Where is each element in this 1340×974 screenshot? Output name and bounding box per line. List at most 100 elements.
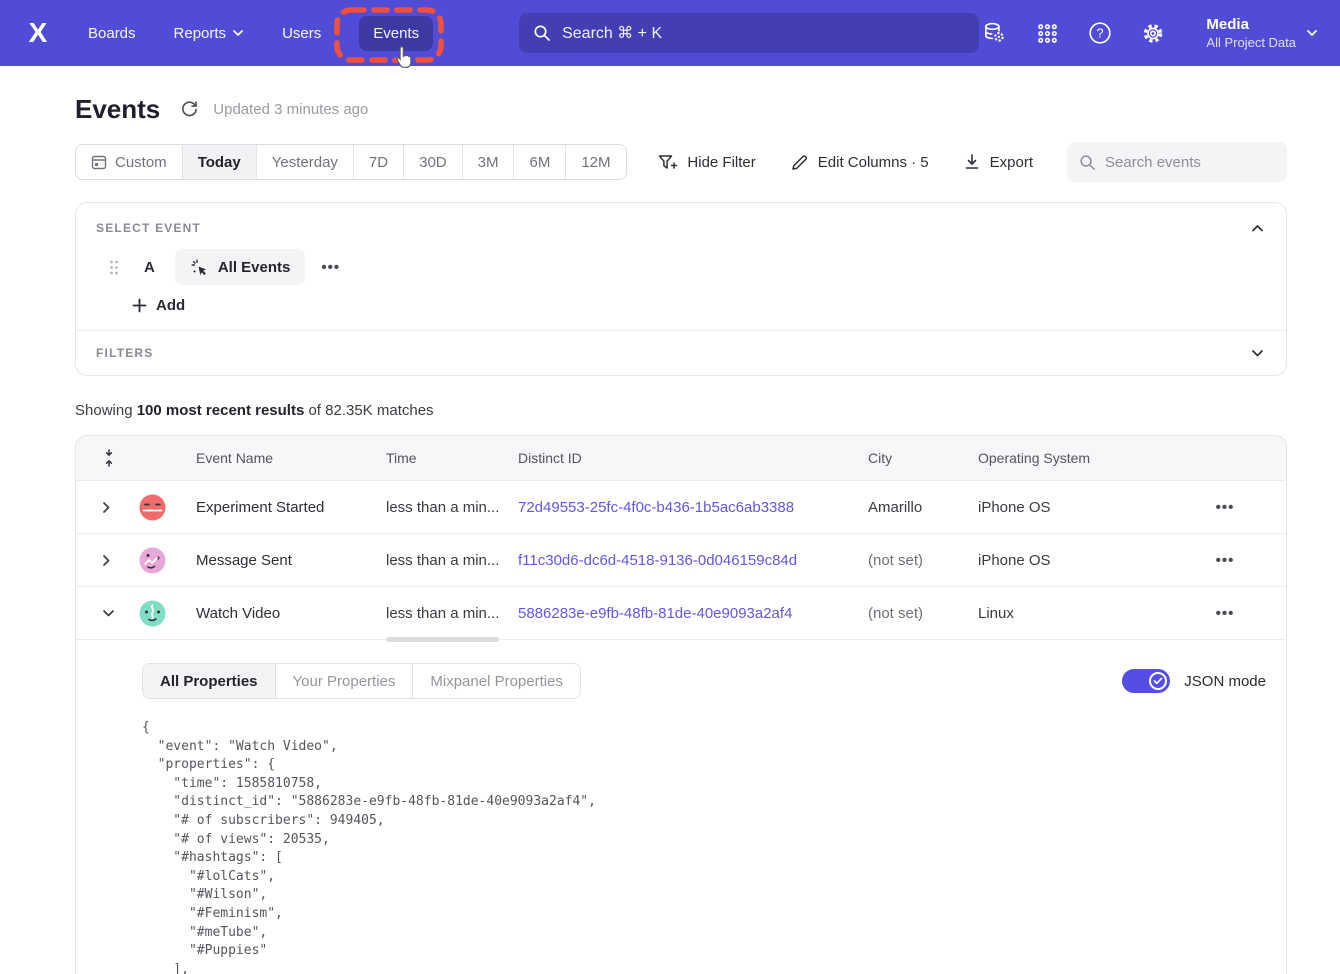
tab-mixpanel-properties[interactable]: Mixpanel Properties	[413, 664, 580, 698]
col-operating-system: Operating System	[978, 450, 1148, 466]
cell-os: iPhone OS	[978, 499, 1148, 516]
cell-time: less than a min...	[386, 605, 518, 622]
chevron-down-icon	[232, 29, 244, 37]
range-yesterday[interactable]: Yesterday	[257, 145, 354, 179]
cell-event-name: Message Sent	[196, 552, 386, 569]
range-today[interactable]: Today	[183, 145, 257, 179]
range-12m[interactable]: 12M	[566, 145, 625, 179]
add-event-button[interactable]: Add	[132, 297, 185, 314]
svg-text:?: ?	[1097, 27, 1104, 41]
event-avatar	[139, 600, 196, 627]
date-range-control: Custom Today Yesterday 7D 30D 3M 6M 12M	[75, 144, 627, 180]
project-selector[interactable]: Media All Project Data	[1206, 15, 1318, 51]
apps-grid-icon[interactable]	[1035, 21, 1059, 45]
distinct-id-link[interactable]: f11c30d6-dc6d-4518-9136-0d046159c84d	[518, 552, 797, 569]
range-custom[interactable]: Custom	[76, 145, 183, 179]
expand-row-button[interactable]	[76, 501, 132, 514]
calendar-icon	[91, 154, 107, 170]
distinct-id-link[interactable]: 72d49553-25fc-4f0c-b436-1b5ac6ab3388	[518, 499, 794, 516]
drag-handle-icon[interactable]	[108, 259, 120, 276]
last-updated-text: Updated 3 minutes ago	[213, 101, 368, 118]
pencil-icon	[790, 153, 809, 172]
collapse-all-icon[interactable]	[76, 449, 132, 467]
cell-city: Amarillo	[868, 499, 978, 516]
filters-section-toggle[interactable]: FILTERS	[76, 331, 1286, 375]
plus-icon	[132, 298, 147, 313]
chevron-down-icon	[1251, 349, 1264, 358]
table-row-expanded: Watch Video less than a min... 5886283e-…	[76, 587, 1286, 640]
events-page: Events Updated 3 minutes ago Custom	[0, 92, 1340, 974]
data-management-icon[interactable]	[982, 21, 1006, 45]
range-6m[interactable]: 6M	[514, 145, 566, 179]
refresh-button[interactable]	[180, 100, 199, 119]
search-events-field	[1067, 142, 1287, 182]
collapse-row-button[interactable]	[76, 609, 132, 618]
project-scope: All Project Data	[1206, 34, 1296, 51]
cell-city: (not set)	[868, 605, 978, 622]
global-search-placeholder: Search ⌘ + K	[562, 23, 662, 43]
json-mode-toggle[interactable]	[1122, 669, 1170, 693]
cell-event-name: Watch Video	[196, 605, 386, 622]
page-title: Events	[75, 94, 160, 125]
global-search-input[interactable]: Search ⌘ + K	[519, 13, 979, 53]
collapse-select-event-button[interactable]	[1251, 224, 1264, 233]
search-icon	[1079, 154, 1096, 171]
tab-all-properties[interactable]: All Properties	[143, 664, 276, 698]
cell-event-name: Experiment Started	[196, 499, 386, 516]
table-row: Experiment Started less than a min... 72…	[76, 481, 1286, 534]
nav-item-reports[interactable]: Reports	[174, 25, 245, 42]
search-events-input[interactable]	[1105, 154, 1275, 171]
expand-row-button[interactable]	[76, 554, 132, 567]
table-header-row: Event Name Time Distinct ID City Operati…	[76, 436, 1286, 481]
table-row: Message Sent less than a min... f11c30d6…	[76, 534, 1286, 587]
toggle-check-icon	[1149, 672, 1167, 690]
hide-filter-button[interactable]: Hide Filter	[657, 153, 755, 172]
cell-time: less than a min...	[386, 499, 518, 516]
top-navigation: X Boards Reports Users Events Search ⌘ +…	[0, 0, 1340, 66]
mixpanel-logo: X	[20, 17, 56, 49]
all-events-chip[interactable]: All Events	[175, 249, 306, 285]
col-time: Time	[386, 450, 518, 466]
distinct-id-link[interactable]: 5886283e-e9fb-48fb-81de-40e9093a2af4	[518, 605, 792, 622]
event-json-viewer: { "event": "Watch Video", "properties": …	[142, 719, 1286, 974]
event-row-letter: A	[144, 259, 155, 276]
range-30d[interactable]: 30D	[404, 145, 463, 179]
cell-os: iPhone OS	[978, 552, 1148, 569]
cell-os: Linux	[978, 605, 1148, 622]
nav-item-boards[interactable]: Boards	[88, 25, 136, 42]
nav-item-events[interactable]: Events	[359, 16, 433, 51]
events-table: Event Name Time Distinct ID City Operati…	[75, 435, 1287, 974]
click-event-icon	[190, 258, 209, 277]
col-city: City	[868, 450, 978, 466]
range-3m[interactable]: 3M	[463, 145, 515, 179]
json-mode-label: JSON mode	[1184, 673, 1266, 690]
help-icon[interactable]: ?	[1088, 21, 1112, 45]
event-more-button[interactable]: •••	[321, 259, 340, 276]
search-icon	[533, 24, 551, 42]
edit-columns-button[interactable]: Edit Columns · 5	[790, 153, 929, 172]
settings-gear-icon[interactable]	[1141, 21, 1165, 45]
download-icon	[963, 153, 981, 171]
event-avatar	[139, 547, 196, 574]
nav-item-users[interactable]: Users	[282, 25, 321, 42]
properties-tabs: All Properties Your Properties Mixpanel …	[142, 663, 581, 699]
funnel-plus-icon	[657, 153, 678, 172]
filters-label: FILTERS	[96, 346, 154, 360]
horizontal-scrollbar-thumb[interactable]	[386, 637, 499, 642]
row-more-button[interactable]: •••	[1216, 605, 1235, 622]
row-more-button[interactable]: •••	[1216, 499, 1235, 516]
event-avatar	[139, 494, 196, 521]
query-builder-card: SELECT EVENT A All Event	[75, 202, 1287, 376]
toolbar: Custom Today Yesterday 7D 30D 3M 6M 12M …	[75, 142, 1287, 182]
row-more-button[interactable]: •••	[1216, 552, 1235, 569]
export-button[interactable]: Export	[963, 153, 1033, 171]
col-distinct-id: Distinct ID	[518, 450, 868, 466]
range-7d[interactable]: 7D	[354, 145, 404, 179]
cell-time: less than a min...	[386, 552, 518, 569]
tab-your-properties[interactable]: Your Properties	[276, 664, 414, 698]
event-detail-panel: All Properties Your Properties Mixpanel …	[76, 663, 1286, 974]
chevron-down-icon	[1306, 29, 1318, 37]
cell-city: (not set)	[868, 552, 978, 569]
select-event-label: SELECT EVENT	[96, 221, 201, 235]
results-summary: Showing 100 most recent results of 82.35…	[75, 402, 1287, 419]
